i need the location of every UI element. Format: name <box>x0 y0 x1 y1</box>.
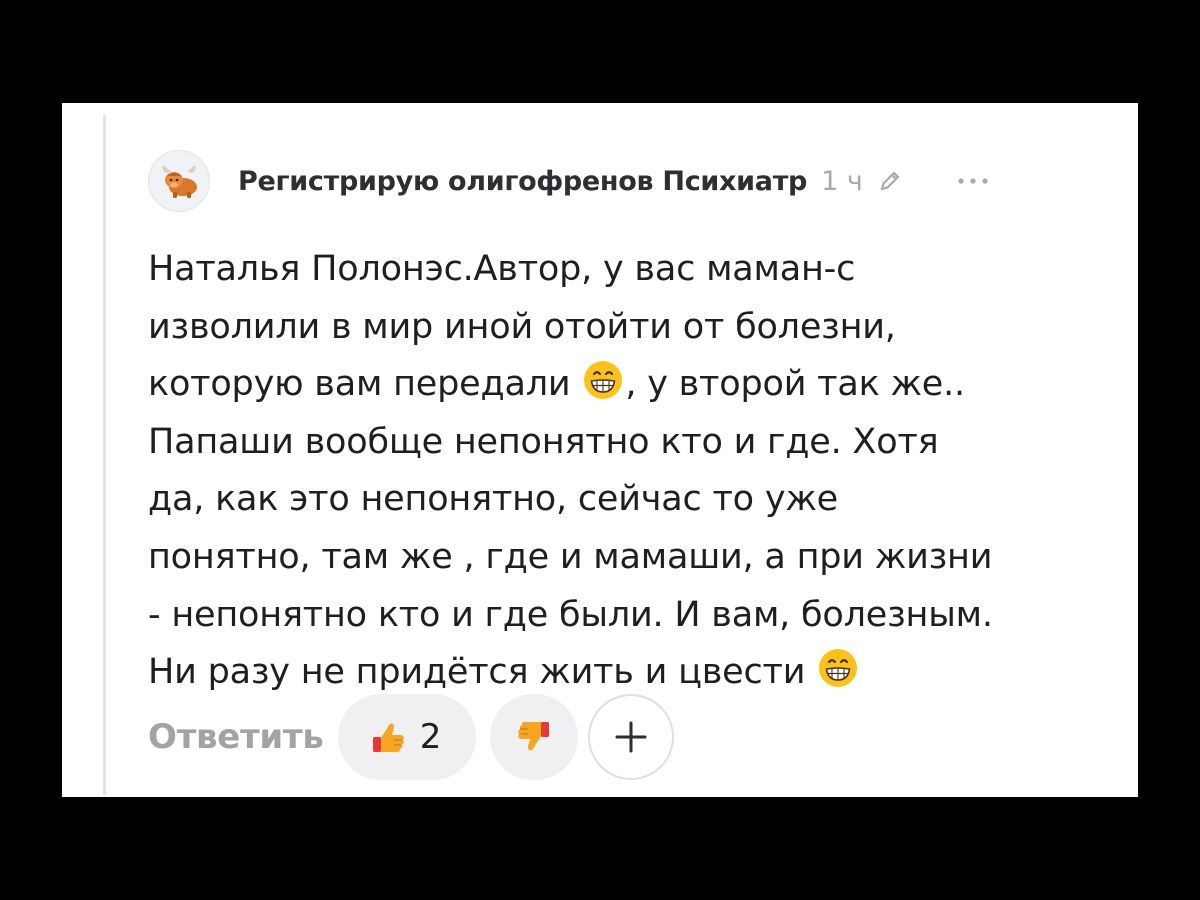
pencil-icon[interactable] <box>875 166 905 196</box>
yak-icon <box>162 165 197 198</box>
comment-text-segment: Наталья Полонэс.Автор, у вас маман-с <box>148 249 856 289</box>
comment-text-line: - непонятно кто и где были. И вам, болез… <box>148 587 1108 645</box>
comment-timestamp: 1 ч <box>821 165 863 197</box>
plus-icon <box>615 721 647 753</box>
comment-text-line: Наталья Полонэс.Автор, у вас маман-с <box>148 241 1108 299</box>
comment-body: Наталья Полонэс.Автор, у вас маман-с изво… <box>148 241 1108 702</box>
grinning-face-icon <box>584 361 623 400</box>
add-reaction-button[interactable] <box>587 694 674 780</box>
more-options-icon[interactable] <box>953 166 993 196</box>
author-name[interactable]: Регистрирую олигофренов Психиатр <box>238 166 807 197</box>
comment-text-line: да, как это непонятно, сейчас то уже <box>148 471 1108 529</box>
comment-text-segment: - непонятно кто и где были. И вам, болез… <box>148 594 993 635</box>
comment-actions: Ответить 2 <box>148 693 674 781</box>
comment-text-segment: понятно, там же , где и мамаши, а при жи… <box>148 536 993 577</box>
like-button[interactable]: 2 <box>337 694 476 780</box>
comment-text-segment: , у второй так же.. <box>625 364 965 405</box>
comment-text-line: изволили в мир иной отойти от болезни, <box>148 299 1108 357</box>
comment-text-line: понятно, там же , где и мамаши, а при жи… <box>148 529 1108 587</box>
comment-text-segment: изволили в мир иной отойти от болезни, <box>148 306 896 347</box>
like-count: 2 <box>419 717 442 757</box>
comment-text-segment: Папаши вообще непонятно кто и где. Хотя <box>148 421 939 462</box>
comment-text-segment: которую вам передали <box>148 364 582 405</box>
comment-text-line: которую вам передали , у второй так же.. <box>148 356 1108 414</box>
dislike-button[interactable] <box>489 694 578 780</box>
comment-card: Регистрирую олигофренов Психиатр 1 ч Нат… <box>62 103 1138 797</box>
comment-header: Регистрирую олигофренов Психиатр 1 ч <box>148 147 1108 215</box>
avatar[interactable] <box>148 150 210 212</box>
comment-text-segment: да, как это непонятно, сейчас то уже <box>148 479 838 520</box>
reply-button[interactable]: Ответить <box>148 717 324 757</box>
grinning-face-icon <box>819 649 858 688</box>
thread-line <box>103 115 106 795</box>
thumbs-down-icon <box>517 721 549 751</box>
comment-text-line: Папаши вообще непонятно кто и где. Хотя <box>148 414 1108 472</box>
thumbs-up-icon <box>372 723 404 753</box>
comment-text-segment: Ни разу не придётся жить и цвести <box>148 652 817 693</box>
